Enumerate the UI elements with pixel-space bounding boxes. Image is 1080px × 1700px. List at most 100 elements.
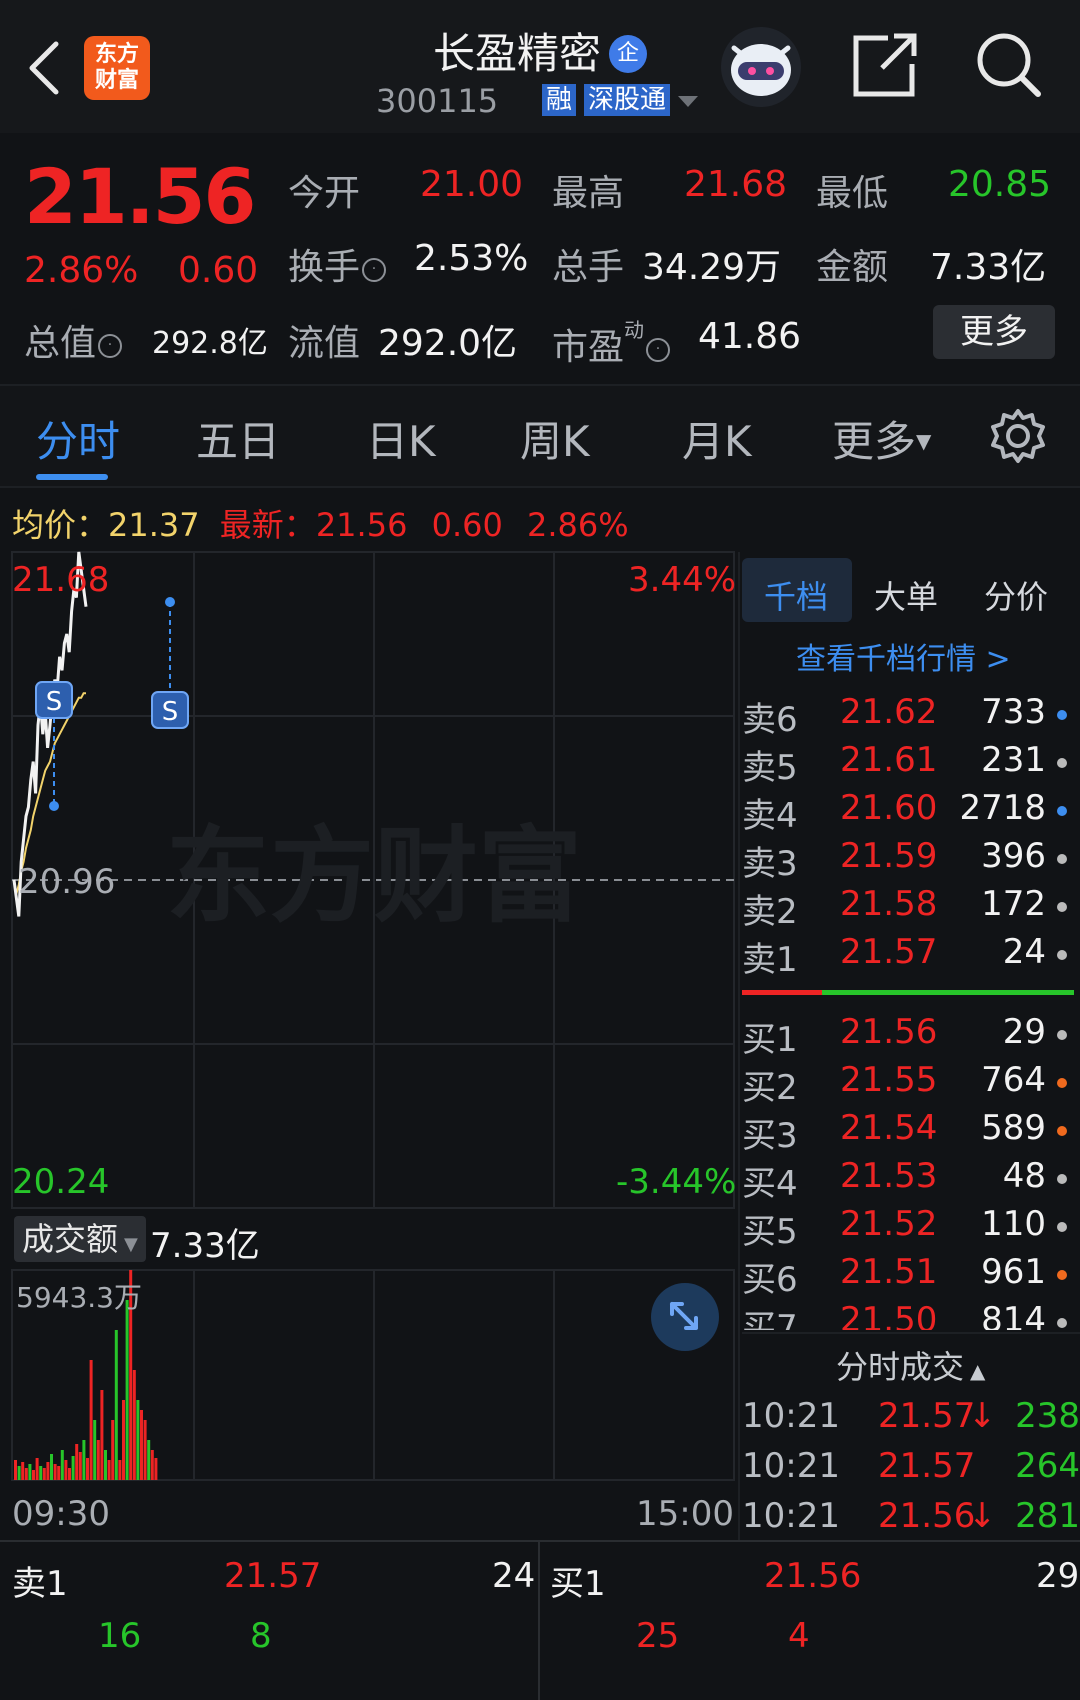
volume-bar (53, 1464, 57, 1480)
volume-bar (82, 1440, 86, 1480)
volume-bar (147, 1440, 151, 1480)
buy-volume: 961 (981, 1252, 1046, 1292)
volume-bar (28, 1464, 32, 1480)
volume-bar (32, 1470, 35, 1480)
volume-bar (75, 1444, 79, 1480)
buy-row[interactable]: 买3 21.54 589 (742, 1108, 1080, 1156)
volume-bar (60, 1450, 64, 1480)
volume-bar (71, 1456, 75, 1480)
buy-level: 买6 (742, 1260, 798, 1300)
buy-price: 21.50 (840, 1300, 938, 1330)
bottom-sell-label: 卖1 (12, 1564, 68, 1604)
volume-bar (154, 1458, 158, 1480)
bottom-buy-label: 买1 (550, 1564, 606, 1604)
buy-level: 买4 (742, 1164, 798, 1204)
ticks-title[interactable]: 分时成交 ▲ (836, 1342, 985, 1388)
volume-bar (93, 1420, 97, 1480)
bottom-sell-price: 21.57 (224, 1556, 322, 1596)
buy-row[interactable]: 买5 21.52 110 (742, 1204, 1080, 1252)
buy-price: 21.54 (840, 1108, 938, 1148)
order-change-dot (1057, 1318, 1067, 1328)
volume-bar (100, 1390, 104, 1480)
volume-bar (150, 1450, 154, 1480)
volume-bar (78, 1452, 82, 1480)
volume-bar (143, 1420, 147, 1480)
volume-bar (14, 1460, 17, 1480)
buy-row[interactable]: 买7 21.50 814 (742, 1300, 1080, 1330)
volume-bar (89, 1360, 93, 1480)
volume-bar (111, 1420, 115, 1480)
bottom-bid-ask-bar: 卖1 21.57 24 16 8 买1 21.56 29 25 4 (0, 1540, 1080, 1700)
tick-time: 10:21 (742, 1396, 840, 1436)
bottom-buy-volume: 29 (1036, 1556, 1080, 1596)
buy-volume: 814 (981, 1300, 1046, 1330)
volume-bar (132, 1370, 136, 1480)
tick-volume: 264 (1015, 1446, 1080, 1486)
volume-bar (39, 1466, 43, 1480)
volume-bar (114, 1330, 118, 1480)
buy-level: 买2 (742, 1068, 798, 1108)
buy-volume: 29 (1002, 1012, 1046, 1052)
bottom-buy-sub-1: 25 (636, 1616, 680, 1656)
order-change-dot (1057, 1078, 1067, 1088)
volume-bar (104, 1450, 107, 1480)
buy-row[interactable]: 买4 21.53 48 (742, 1156, 1080, 1204)
buy-level: 买1 (742, 1020, 798, 1060)
buy-price: 21.51 (840, 1252, 938, 1292)
volume-bar (140, 1410, 143, 1480)
bottom-divider (538, 1542, 540, 1700)
buy-level: 买7 (742, 1308, 798, 1330)
buy-orders-list: 买1 21.56 29 买2 21.55 764 买3 21.54 589 买4 21.53 48 买5… (0, 0, 1080, 1330)
volume-bar (136, 1400, 140, 1480)
tick-direction-icon: ↓ (968, 1396, 997, 1436)
buy-row[interactable]: 买2 21.55 764 (742, 1060, 1080, 1108)
volume-bar (46, 1462, 50, 1480)
buy-price: 21.53 (840, 1156, 938, 1196)
bottom-sell-sub-1: 16 (98, 1616, 142, 1656)
order-change-dot (1057, 1222, 1067, 1232)
buy-level: 买3 (742, 1116, 798, 1156)
buy-row[interactable]: 买1 21.56 29 (742, 1012, 1080, 1060)
buy-volume: 48 (1002, 1156, 1046, 1196)
volume-bar (118, 1460, 122, 1480)
tick-time: 10:21 (742, 1446, 840, 1486)
volume-bar (122, 1400, 125, 1480)
time-end: 15:00 (636, 1494, 734, 1534)
tick-time: 10:21 (742, 1496, 840, 1536)
volume-bar (50, 1454, 53, 1480)
buy-price: 21.56 (840, 1012, 938, 1052)
buy-level: 买5 (742, 1212, 798, 1252)
bottom-sell-sub-2: 8 (250, 1616, 272, 1656)
buy-volume: 110 (981, 1204, 1046, 1244)
bottom-buy-sub-2: 4 (788, 1616, 810, 1656)
buy-volume: 589 (981, 1108, 1046, 1148)
tick-price: 21.57 (878, 1446, 976, 1486)
buy-volume: 764 (981, 1060, 1046, 1100)
collapse-triangle-icon: ▲ (970, 1359, 986, 1383)
order-change-dot (1057, 1126, 1067, 1136)
buy-price: 21.55 (840, 1060, 938, 1100)
tick-volume: 238 (1015, 1396, 1080, 1436)
volume-bar (21, 1462, 25, 1480)
volume-bar (68, 1468, 71, 1480)
order-change-dot (1057, 1174, 1067, 1184)
volume-bar (86, 1458, 89, 1480)
volume-bar (17, 1466, 21, 1480)
bottom-sell-volume: 24 (492, 1556, 536, 1596)
volume-bar (64, 1460, 68, 1480)
order-change-dot (1057, 1030, 1067, 1040)
bottom-buy-price: 21.56 (764, 1556, 862, 1596)
volume-bar (96, 1440, 100, 1480)
order-change-dot (1057, 1270, 1067, 1280)
volume-bar (35, 1458, 39, 1480)
time-start: 09:30 (12, 1494, 110, 1534)
tick-direction-icon: ↓ (968, 1496, 997, 1536)
volume-bar (24, 1468, 28, 1480)
ticks-divider (742, 1332, 1080, 1334)
volume-bar (107, 1460, 111, 1480)
buy-row[interactable]: 买6 21.51 961 (742, 1252, 1080, 1300)
buy-price: 21.52 (840, 1204, 938, 1244)
volume-bar (42, 1468, 46, 1480)
tick-price: 21.57 (878, 1396, 976, 1436)
volume-bar (57, 1466, 61, 1480)
